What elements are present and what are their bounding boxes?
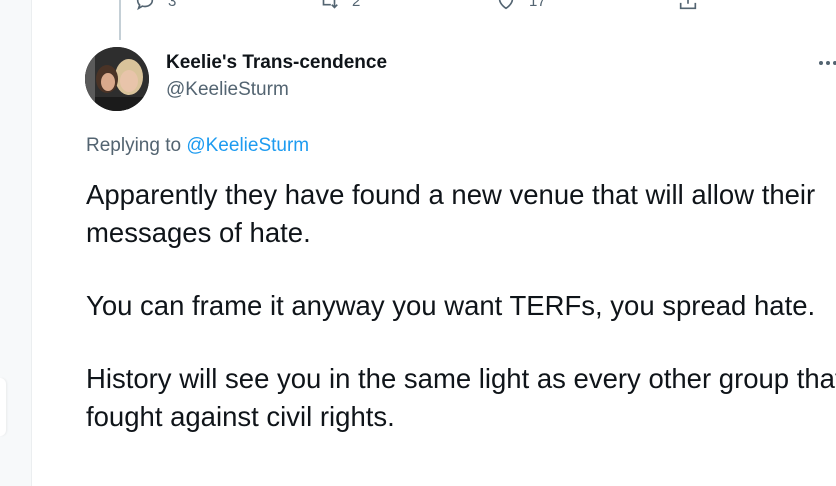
share-button[interactable]: [677, 0, 699, 12]
share-icon: [679, 0, 697, 10]
more-icon-dot: [826, 61, 830, 65]
author-avatar[interactable]: [85, 47, 149, 111]
tweet-text: Apparently they have found a new venue t…: [86, 176, 836, 471]
tweet-paragraph: History will see you in the same light a…: [86, 363, 836, 432]
retweet-count: 2: [352, 0, 361, 10]
like-icon: [498, 0, 514, 10]
tweet-paragraph: You can frame it anyway you want TERFs, …: [86, 290, 816, 321]
background-panel-edge: [0, 378, 6, 436]
like-count: 17: [529, 0, 546, 10]
replying-to-line: Replying to @KeelieSturm: [86, 135, 309, 157]
reply-count: 3: [168, 0, 177, 10]
more-icon: [819, 61, 823, 65]
avatar-photo: [85, 47, 149, 111]
author-name[interactable]: Keelie's Trans-cendence: [166, 52, 387, 74]
tweet-paragraph: Apparently they have found a new venue t…: [86, 179, 816, 248]
more-options-button[interactable]: [816, 52, 836, 74]
reply-button[interactable]: 3: [134, 0, 176, 12]
like-button[interactable]: 17: [495, 0, 546, 12]
previous-tweet-action-bar: 3 2 17: [32, 0, 836, 18]
replying-to-link[interactable]: @KeelieSturm: [186, 135, 309, 156]
replying-to-prefix: Replying to: [86, 135, 182, 156]
reply-icon: [136, 0, 154, 11]
retweet-icon: [322, 0, 338, 9]
author-handle[interactable]: @KeelieSturm: [166, 79, 289, 101]
retweet-button[interactable]: 2: [318, 0, 360, 12]
tweet-card: 3 2 17 Keelie's Trans-cendence @KeelieSt…: [31, 0, 836, 486]
